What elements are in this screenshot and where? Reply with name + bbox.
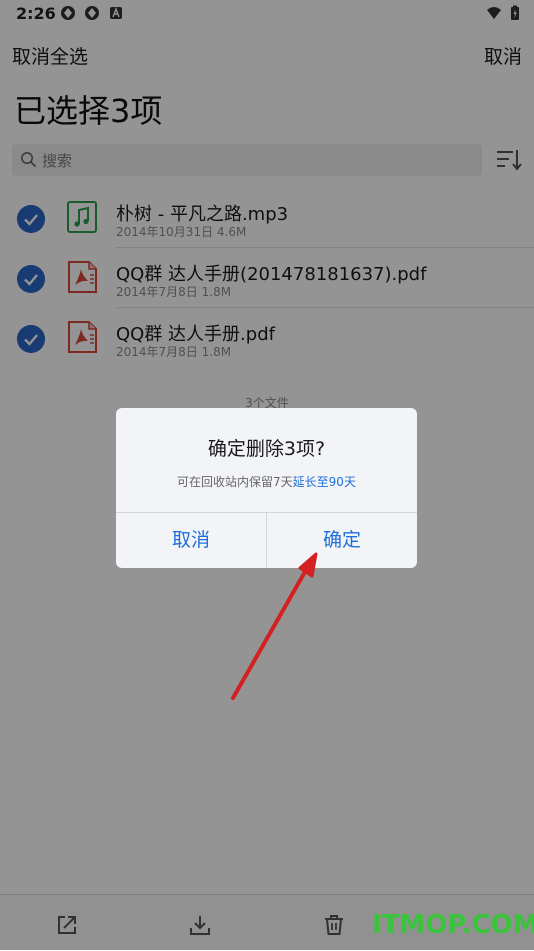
dialog-confirm-button[interactable]: 确定 xyxy=(267,513,417,568)
dialog-title: 确定删除3项? xyxy=(207,438,326,460)
dialog-subtitle: 可在回收站内保留7天延长至90天 xyxy=(116,473,417,490)
watermark: ITMOP.COM xyxy=(372,910,534,940)
retention-note: 可在回收站内保留7天 xyxy=(177,475,293,489)
dialog-cancel-button[interactable]: 取消 xyxy=(116,513,266,568)
delete-confirm-dialog: 确定删除3项? 可在回收站内保留7天延长至90天 取消 确定 xyxy=(116,408,417,568)
extend-retention-link[interactable]: 延长至90天 xyxy=(293,475,356,489)
